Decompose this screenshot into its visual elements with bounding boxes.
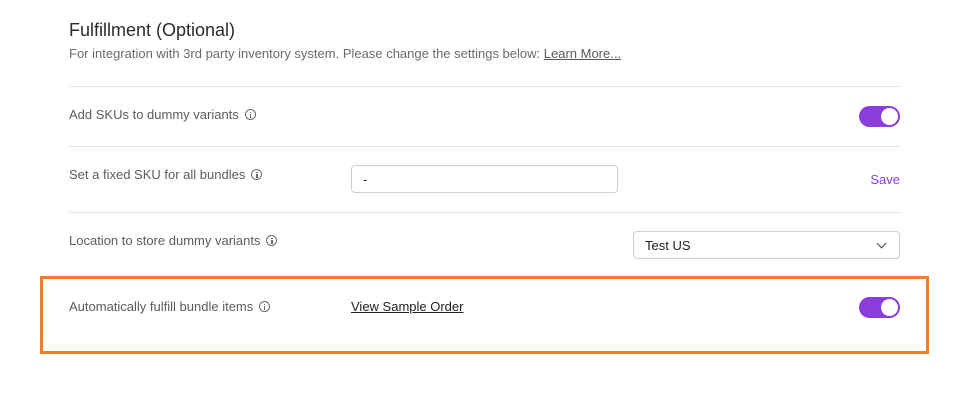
section-subtitle: For integration with 3rd party inventory… xyxy=(69,46,621,61)
location-select[interactable]: Test US xyxy=(633,231,900,259)
divider xyxy=(69,212,900,213)
save-button[interactable]: Save xyxy=(870,172,900,187)
add-skus-label: Add SKUs to dummy variants xyxy=(69,107,239,122)
learn-more-link[interactable]: Learn More... xyxy=(544,46,621,61)
fixed-sku-label: Set a fixed SKU for all bundles xyxy=(69,167,246,182)
add-skus-toggle[interactable] xyxy=(859,106,900,127)
toggle-knob xyxy=(881,108,898,125)
add-skus-row-label: Add SKUs to dummy variants xyxy=(69,107,256,122)
location-row-label: Location to store dummy variants xyxy=(69,233,278,248)
divider xyxy=(69,146,900,147)
location-selected-value: Test US xyxy=(645,237,691,253)
info-icon[interactable] xyxy=(266,235,278,246)
subtitle-text: For integration with 3rd party inventory… xyxy=(69,46,541,61)
location-label: Location to store dummy variants xyxy=(69,233,261,248)
highlight-box xyxy=(40,276,929,354)
fixed-sku-input[interactable] xyxy=(351,165,618,193)
info-icon[interactable] xyxy=(244,109,256,120)
section-title: Fulfillment (Optional) xyxy=(69,20,236,40)
chevron-down-icon xyxy=(876,238,887,248)
divider xyxy=(69,86,900,87)
info-icon[interactable] xyxy=(251,169,263,180)
fixed-sku-row-label: Set a fixed SKU for all bundles xyxy=(69,167,263,182)
